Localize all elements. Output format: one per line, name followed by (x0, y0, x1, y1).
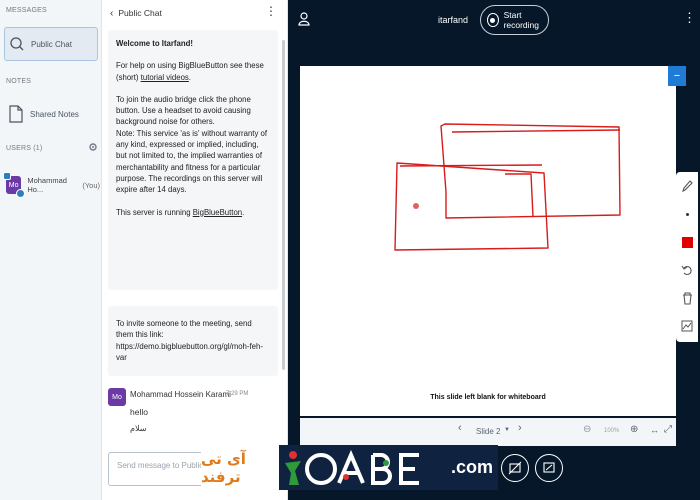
slide-selector[interactable]: Slide 2 (476, 427, 500, 436)
microphone-icon (3, 172, 11, 180)
chevron-left-icon[interactable]: ‹ (110, 8, 113, 19)
avatar: Mo (3, 172, 26, 198)
help-text: For help on using BigBlueButton see thes… (116, 61, 264, 82)
presentation-controls: ‹ Slide 2 ▼ › ⊖ 100% ⊕ ↔ ⤢ (300, 418, 676, 446)
color-swatch-icon (681, 236, 693, 248)
zoom-in-button[interactable]: ⊕ (630, 424, 638, 435)
drawn-rectangle (440, 123, 621, 219)
presentation-button[interactable] (535, 454, 563, 482)
note-text: Note: This service 'as is' without warra… (116, 128, 268, 195)
avatar: Mo (108, 388, 126, 406)
next-slide-button[interactable]: › (518, 422, 522, 434)
drawn-line (451, 129, 621, 133)
notes-heading: NOTES (6, 78, 32, 85)
message-text: hello (130, 407, 148, 417)
zoom-out-button[interactable]: ⊖ (583, 424, 591, 435)
welcome-title: Welcome to Itarfand! (116, 39, 193, 48)
chevron-down-icon[interactable]: ▼ (504, 427, 510, 433)
whiteboard-toolbar (676, 172, 698, 342)
undo-icon (681, 265, 692, 276)
drawn-line (505, 173, 534, 218)
share-webcam-button[interactable] (501, 454, 529, 482)
pencil-icon (682, 180, 693, 193)
clear-button[interactable] (678, 288, 696, 308)
start-recording-button[interactable]: Start recording (480, 5, 549, 35)
user-list-panel: MESSAGES Public Chat NOTES Shared Notes … (0, 0, 102, 500)
minimize-presentation-button[interactable]: − (668, 66, 686, 86)
meeting-title: itarfand (438, 15, 469, 25)
previous-slide-button[interactable]: ‹ (458, 422, 462, 434)
chat-icon (9, 36, 25, 52)
pencil-tool-button[interactable] (678, 176, 696, 196)
user-list-item[interactable]: Mo Mohammad Ho... (You) (3, 170, 100, 200)
you-label: (You) (82, 180, 100, 190)
user-name: Mohammad Ho... (27, 176, 67, 194)
slide-caption: This slide left blank for whiteboard (430, 394, 546, 401)
whiteboard-drawing (394, 123, 621, 251)
gear-icon[interactable] (88, 142, 98, 154)
presentation-icon (543, 462, 555, 473)
sidebar-item-label: Public Chat (31, 39, 72, 49)
presentation-area: itarfand Start recording ⋮ This slide le… (288, 0, 700, 500)
chat-panel: ‹ Public Chat ⋮ Welcome to Itarfand! For… (102, 0, 288, 500)
more-options-icon[interactable]: ⋮ (683, 10, 696, 26)
chart-line-icon (681, 320, 693, 332)
top-navbar: itarfand Start recording ⋮ (288, 0, 700, 40)
users-heading: USERS (1) (6, 145, 43, 152)
screen-share-off-icon (508, 461, 522, 475)
running-text: This server is running BigBlueButton. (116, 207, 245, 217)
cursor-dot (413, 203, 419, 209)
chat-title[interactable]: Public Chat (118, 8, 161, 18)
color-tool-button[interactable] (678, 232, 696, 252)
tutorial-link[interactable]: tutorial videos (141, 73, 189, 82)
presenter-badge-icon (16, 189, 26, 198)
record-label: Start recording (503, 10, 539, 30)
message-sender: Mohammad Hossein Karami (130, 390, 231, 399)
welcome-message: Welcome to Itarfand! For help on using B… (108, 30, 278, 290)
multi-user-button[interactable] (678, 316, 696, 336)
watermark-domain: .com (451, 457, 494, 477)
drawn-line (399, 164, 543, 167)
sidebar-item-shared-notes[interactable]: Shared Notes (4, 97, 98, 131)
message-text: سلام (130, 424, 147, 433)
messages-heading: MESSAGES (6, 7, 47, 14)
chat-scrollbar[interactable] (282, 40, 285, 370)
fullscreen-icon[interactable]: ⤢ (664, 424, 672, 435)
dot-icon (685, 212, 689, 216)
message-time: 7:29 PM (226, 391, 249, 397)
invite-url[interactable]: https://demo.bigbluebutton.org/gl/moh-fe… (116, 342, 263, 362)
thickness-tool-button[interactable] (678, 204, 696, 224)
record-icon (487, 13, 499, 27)
sidebar-item-label: Shared Notes (30, 109, 79, 119)
user-icon[interactable] (298, 12, 310, 28)
watermark-logo: آی تی ترفند .com (201, 445, 498, 490)
invite-text: To invite someone to the meeting, send t… (116, 319, 252, 340)
watermark-persian-text: آی تی ترفند (201, 445, 279, 490)
chat-header: ‹ Public Chat (102, 0, 288, 26)
audio-text: To join the audio bridge click the phone… (116, 94, 268, 195)
undo-button[interactable] (678, 260, 696, 280)
zoom-level: 100% (604, 428, 620, 434)
bigbluebutton-link[interactable]: BigBlueButton (193, 208, 242, 217)
whiteboard-slide[interactable]: This slide left blank for whiteboard (300, 66, 676, 416)
document-icon (8, 105, 24, 123)
more-options-icon[interactable]: ⋮ (265, 4, 277, 18)
fit-width-icon[interactable]: ↔ (650, 425, 659, 435)
watermark-letters (305, 449, 419, 485)
minus-icon: − (673, 70, 681, 82)
trash-icon (682, 291, 692, 305)
sidebar-item-public-chat[interactable]: Public Chat (4, 27, 98, 61)
invite-message: To invite someone to the meeting, send t… (108, 306, 278, 376)
